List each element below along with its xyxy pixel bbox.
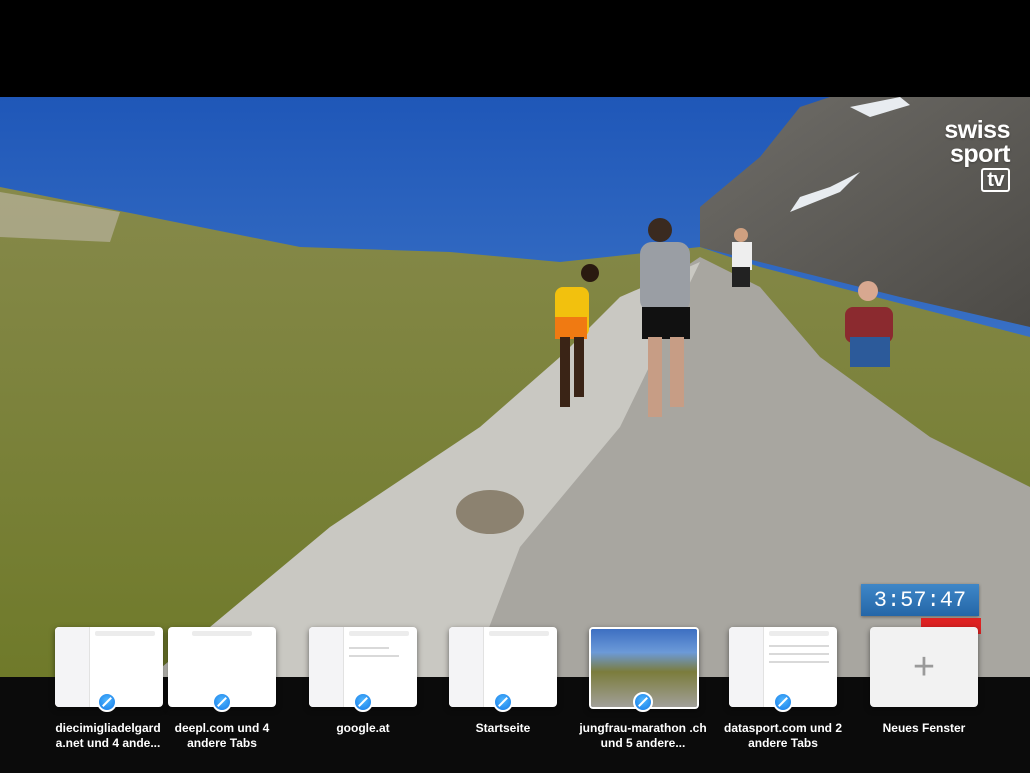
- thumbnail-sidebar: [729, 627, 764, 707]
- window-label-jungfrau-marathon[interactable]: jungfrau-marathon .ch und 5 andere...: [578, 721, 708, 751]
- swiss-sport-tv-logo: swiss sport tv: [944, 118, 1010, 192]
- safari-icon: [493, 692, 513, 712]
- thumbnail-address-bar: [95, 631, 155, 636]
- thumbnail-table-line: [769, 653, 829, 655]
- window-label-startseite[interactable]: Startseite: [438, 721, 568, 736]
- thumbnail-address-bar: [769, 631, 829, 636]
- logo-line-2: sport: [950, 140, 1010, 168]
- safari-icon: [353, 692, 373, 712]
- new-window-button[interactable]: +: [870, 627, 978, 707]
- window-label-datasport[interactable]: datasport.com und 2 andere Tabs: [718, 721, 848, 751]
- thumbnail-text-line: [349, 655, 399, 657]
- logo-line-1: swiss: [944, 116, 1010, 144]
- thumbnail-sidebar: [309, 627, 344, 707]
- safari-icon: [97, 692, 117, 712]
- race-timer: 3:57:47: [861, 584, 979, 616]
- thumbnail-sidebar: [55, 627, 90, 707]
- thumbnail-address-bar: [192, 631, 252, 636]
- thumbnail-text-line: [349, 647, 389, 649]
- window-label-google[interactable]: google.at: [298, 721, 428, 736]
- safari-icon: [212, 692, 232, 712]
- thumbnail-table-line: [769, 661, 829, 663]
- safari-icon: [773, 692, 793, 712]
- thumbnail-address-bar: [489, 631, 549, 636]
- thumbnail-table-line: [769, 645, 829, 647]
- thumbnail-sidebar: [449, 627, 484, 707]
- safari-icon: [633, 692, 653, 712]
- logo-line-3: tv: [981, 168, 1010, 192]
- window-label-deepl[interactable]: deepl.com und 4 andere Tabs: [157, 721, 287, 751]
- plus-icon: +: [912, 645, 936, 688]
- new-window-label[interactable]: Neues Fenster: [859, 721, 989, 736]
- thumbnail-address-bar: [349, 631, 409, 636]
- window-label-diecimiglia[interactable]: diecimigliadelgard a.net und 4 ande...: [43, 721, 173, 751]
